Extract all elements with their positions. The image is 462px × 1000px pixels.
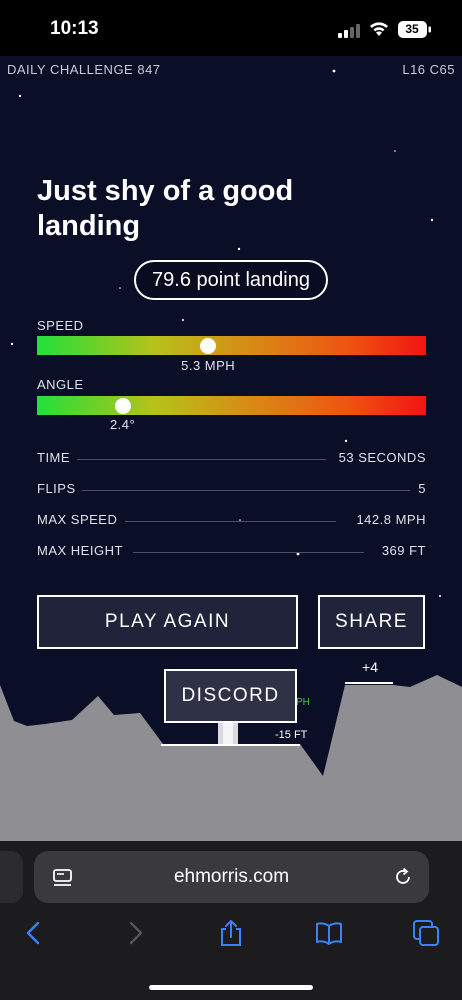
level-label: L16 C65 — [402, 62, 455, 77]
stat-label: MAX SPEED — [37, 512, 124, 527]
stat-label: TIME — [37, 450, 77, 465]
address-bar[interactable]: ehmorris.com — [34, 851, 429, 903]
game-canvas[interactable]: DAILY CHALLENGE 847 L16 C65 Just shy of … — [0, 56, 462, 841]
landing-pad — [161, 744, 300, 746]
stat-label: MAX HEIGHT — [37, 543, 129, 558]
bonus-pad-label: +4 — [362, 659, 378, 675]
bonus-landing-pad — [345, 682, 393, 684]
battery-icon: 35 — [398, 21, 432, 38]
back-chevron-icon[interactable] — [20, 919, 48, 947]
angle-meter-bar — [37, 396, 426, 415]
battery-level: 35 — [405, 22, 419, 36]
discord-button[interactable]: DISCORD — [164, 669, 297, 723]
play-again-button[interactable]: PLAY AGAIN — [37, 595, 298, 649]
stat-row-max-speed: MAX SPEED 142.8 MPH — [37, 512, 426, 532]
status-bar: 10:13 35 — [0, 0, 462, 56]
share-icon[interactable] — [217, 919, 245, 947]
angle-meter-label: ANGLE — [37, 377, 84, 392]
bookmarks-icon[interactable] — [315, 919, 343, 947]
share-button[interactable]: SHARE — [318, 595, 425, 649]
tabs-icon[interactable] — [412, 919, 440, 947]
speed-meter-knob — [200, 337, 217, 354]
stat-row-time: TIME 53 SECONDS — [37, 450, 426, 470]
stat-label: FLIPS — [37, 481, 82, 496]
stat-row-max-height: MAX HEIGHT 369 FT — [37, 543, 426, 563]
reload-icon[interactable] — [392, 866, 414, 888]
stat-value: 142.8 MPH — [350, 512, 426, 527]
wifi-icon — [370, 22, 388, 36]
speed-meter-bar — [37, 336, 426, 355]
browser-chrome: ehmorris.com — [0, 841, 462, 1000]
result-title: Just shy of a good landing — [37, 175, 294, 242]
speed-readout-partial: PH — [296, 697, 310, 708]
angle-meter-value: 2.4° — [109, 417, 136, 432]
speed-meter-label: SPEED — [37, 318, 84, 333]
cellular-signal-icon — [338, 24, 360, 38]
forward-chevron-icon[interactable] — [121, 919, 149, 947]
previous-tab-preview[interactable] — [0, 851, 23, 903]
url-text[interactable]: ehmorris.com — [34, 851, 429, 903]
speed-meter-value: 5.3 MPH — [181, 358, 236, 373]
home-indicator — [149, 985, 313, 990]
depth-readout: -15 FT — [275, 729, 308, 741]
score-badge: 79.6 point landing — [134, 260, 328, 300]
challenge-label: DAILY CHALLENGE 847 — [7, 62, 161, 77]
status-time: 10:13 — [50, 18, 99, 39]
stat-value: 369 FT — [375, 543, 426, 558]
stat-value: 53 SECONDS — [332, 450, 426, 465]
angle-meter-knob — [114, 397, 131, 414]
stat-value: 5 — [412, 481, 426, 496]
stat-row-flips: FLIPS 5 — [37, 481, 426, 501]
